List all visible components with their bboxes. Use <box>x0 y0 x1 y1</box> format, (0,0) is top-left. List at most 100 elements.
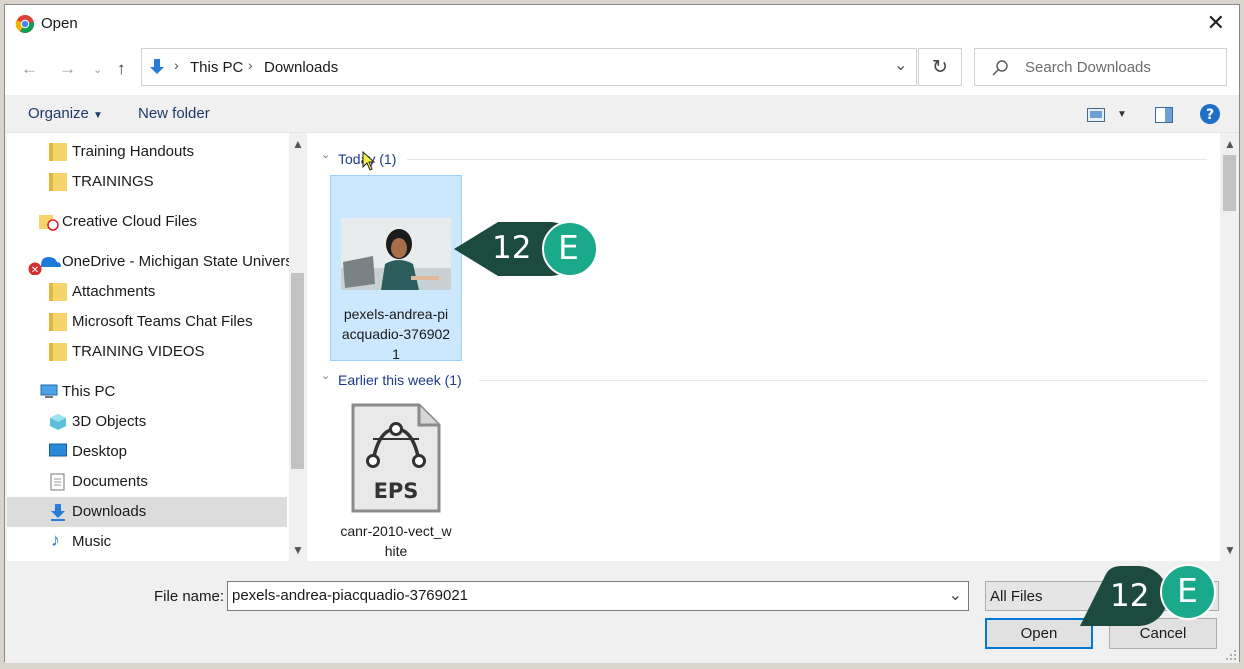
3d-objects-icon <box>49 413 67 431</box>
nav-item-music[interactable]: ♪ Music <box>7 527 287 557</box>
nav-item-trainings[interactable]: TRAININGS <box>7 167 287 197</box>
forward-arrow-icon[interactable]: → <box>59 59 76 79</box>
nav-item-3d-objects[interactable]: 3D Objects <box>7 407 287 437</box>
search-placeholder: Search Downloads <box>1025 59 1151 76</box>
recent-locations-chevron-icon[interactable]: ⌄ <box>93 63 102 76</box>
scrollbar-thumb[interactable] <box>291 273 304 469</box>
documents-icon <box>50 473 68 491</box>
svg-text:✕: ✕ <box>31 265 39 275</box>
resize-grip-icon[interactable] <box>1225 649 1237 661</box>
nav-item-attachments[interactable]: Attachments <box>7 277 287 307</box>
breadcrumb-separator-icon: › <box>248 57 253 73</box>
view-dropdown-caret-icon[interactable]: ▼ <box>1117 109 1127 120</box>
organize-button[interactable]: Organize ▼ <box>28 105 103 122</box>
breadcrumb-downloads[interactable]: Downloads <box>264 59 338 76</box>
search-icon <box>992 60 1008 76</box>
collapse-group-chevron-icon[interactable]: ⌄ <box>321 369 330 382</box>
step-callout: 12 E <box>1076 562 1218 646</box>
folder-icon <box>49 343 67 361</box>
scrollbar-thumb[interactable] <box>1223 155 1236 211</box>
nav-item-label: TRAININGS <box>72 173 154 190</box>
address-bar[interactable]: › This PC › Downloads ⌄ <box>141 48 917 86</box>
file-name-field[interactable]: pexels-andrea-piacquadio-3769021 ⌄ <box>227 581 969 611</box>
file-name-line: hite <box>384 543 408 559</box>
scroll-up-icon[interactable]: ▲ <box>1224 137 1236 151</box>
search-box[interactable]: Search Downloads <box>974 48 1227 86</box>
nav-item-this-pc[interactable]: This PC <box>7 377 287 407</box>
file-list: ⌄ Today (1) pexels-andrea-pi acquadio-37… <box>307 133 1220 561</box>
callout-letter: E <box>558 228 579 267</box>
file-name-value: pexels-andrea-piacquadio-3769021 <box>232 587 469 604</box>
scroll-up-icon[interactable]: ▲ <box>292 137 304 151</box>
callout-number: 12 <box>1110 578 1150 614</box>
breadcrumb-separator-icon: › <box>174 57 179 73</box>
file-list-scrollbar[interactable]: ▲ ▼ <box>1220 133 1239 561</box>
svg-text:?: ? <box>1206 107 1214 123</box>
eps-file-icon: EPS <box>351 403 441 513</box>
up-arrow-icon[interactable]: ↑ <box>117 59 126 79</box>
nav-item-documents[interactable]: Documents <box>7 467 287 497</box>
folder-icon <box>49 313 67 331</box>
close-icon[interactable]: ✕ <box>1207 11 1225 35</box>
file-name-dropdown-chevron-icon[interactable]: ⌄ <box>949 585 962 605</box>
nav-item-desktop[interactable]: Desktop <box>7 437 287 467</box>
nav-item-downloads[interactable]: Downloads <box>7 497 287 527</box>
open-file-dialog: Open ✕ ← → ⌄ ↑ › This PC › Downloads ⌄ ↻ <box>4 4 1240 663</box>
nav-item-label: Documents <box>72 473 148 490</box>
nav-item-training-videos[interactable]: TRAINING VIDEOS <box>7 337 287 367</box>
nav-item-label: Downloads <box>72 503 147 520</box>
help-icon[interactable]: ? <box>1199 103 1221 125</box>
desktop-icon <box>49 443 67 461</box>
file-tile-selected[interactable]: pexels-andrea-pi acquadio-376902 1 <box>330 175 462 362</box>
group-divider <box>479 380 1207 381</box>
chrome-icon <box>15 15 35 34</box>
nav-item-label: Microsoft Teams Chat Files <box>72 313 253 330</box>
nav-item-creative-cloud-files[interactable]: Creative Cloud Files <box>7 207 287 237</box>
breadcrumb-this-pc[interactable]: This PC <box>190 59 243 76</box>
file-type-value: All Files <box>990 588 1043 605</box>
nav-item-microsoft-teams-chat-files[interactable]: Microsoft Teams Chat Files <box>7 307 287 337</box>
navigation-bar: ← → ⌄ ↑ › This PC › Downloads ⌄ ↻ Search… <box>5 43 1239 95</box>
folder-icon <box>49 173 67 191</box>
command-bar: Organize ▼ New folder ▼ ? <box>5 95 1239 133</box>
callout-number: 12 <box>492 230 532 266</box>
collapse-group-chevron-icon[interactable]: ⌄ <box>321 148 330 161</box>
navigation-pane-scrollbar[interactable]: ▲ ▼ <box>289 133 306 561</box>
scroll-down-icon[interactable]: ▼ <box>1224 543 1236 557</box>
file-name-line: canr-2010-vect_w <box>340 523 452 539</box>
scroll-down-icon[interactable]: ▼ <box>292 543 304 557</box>
refresh-button[interactable]: ↻ <box>918 48 962 86</box>
preview-pane-icon[interactable] <box>1155 107 1173 123</box>
group-header-earlier-this-week[interactable]: Earlier this week (1) <box>338 372 462 392</box>
downloads-arrow-icon <box>150 59 164 74</box>
file-name-line: pexels-andrea-pi <box>343 306 449 322</box>
creative-cloud-folder-icon <box>39 213 59 231</box>
file-name-line: acquadio-376902 <box>341 326 451 342</box>
nav-item-label: Attachments <box>72 283 156 300</box>
nav-item-label: TRAINING VIDEOS <box>72 343 205 360</box>
window-title: Open <box>41 15 78 32</box>
organize-label: Organize <box>28 105 89 122</box>
eps-badge: EPS <box>374 479 419 503</box>
nav-item-label: 3D Objects <box>72 413 147 430</box>
mouse-cursor-icon <box>362 151 376 171</box>
nav-item-onedrive[interactable]: ✕ OneDrive - Michigan State Univers <box>7 247 289 277</box>
computer-icon <box>39 383 58 401</box>
nav-item-label: Training Handouts <box>72 143 195 160</box>
file-tile[interactable]: EPS canr-2010-vect_w hite <box>330 397 462 561</box>
file-name-label: File name: <box>154 588 225 605</box>
group-divider <box>407 159 1207 160</box>
back-arrow-icon[interactable]: ← <box>21 59 38 79</box>
navigation-pane: Training Handouts TRAININGS Creative Clo… <box>7 133 289 561</box>
dropdown-caret-icon: ▼ <box>93 110 103 121</box>
onedrive-error-icon: ✕ <box>27 253 61 276</box>
address-history-chevron-icon[interactable]: ⌄ <box>894 55 907 75</box>
refresh-icon: ↻ <box>932 57 948 78</box>
change-view-icon[interactable] <box>1087 108 1105 122</box>
music-note-icon: ♪ <box>51 530 60 550</box>
nav-item-label: OneDrive - Michigan State Univers <box>62 253 289 270</box>
nav-item-training-handouts[interactable]: Training Handouts <box>7 137 287 167</box>
new-folder-button[interactable]: New folder <box>138 105 210 122</box>
folder-icon <box>49 143 67 161</box>
dialog-footer: File name: pexels-andrea-piacquadio-3769… <box>5 561 1239 663</box>
